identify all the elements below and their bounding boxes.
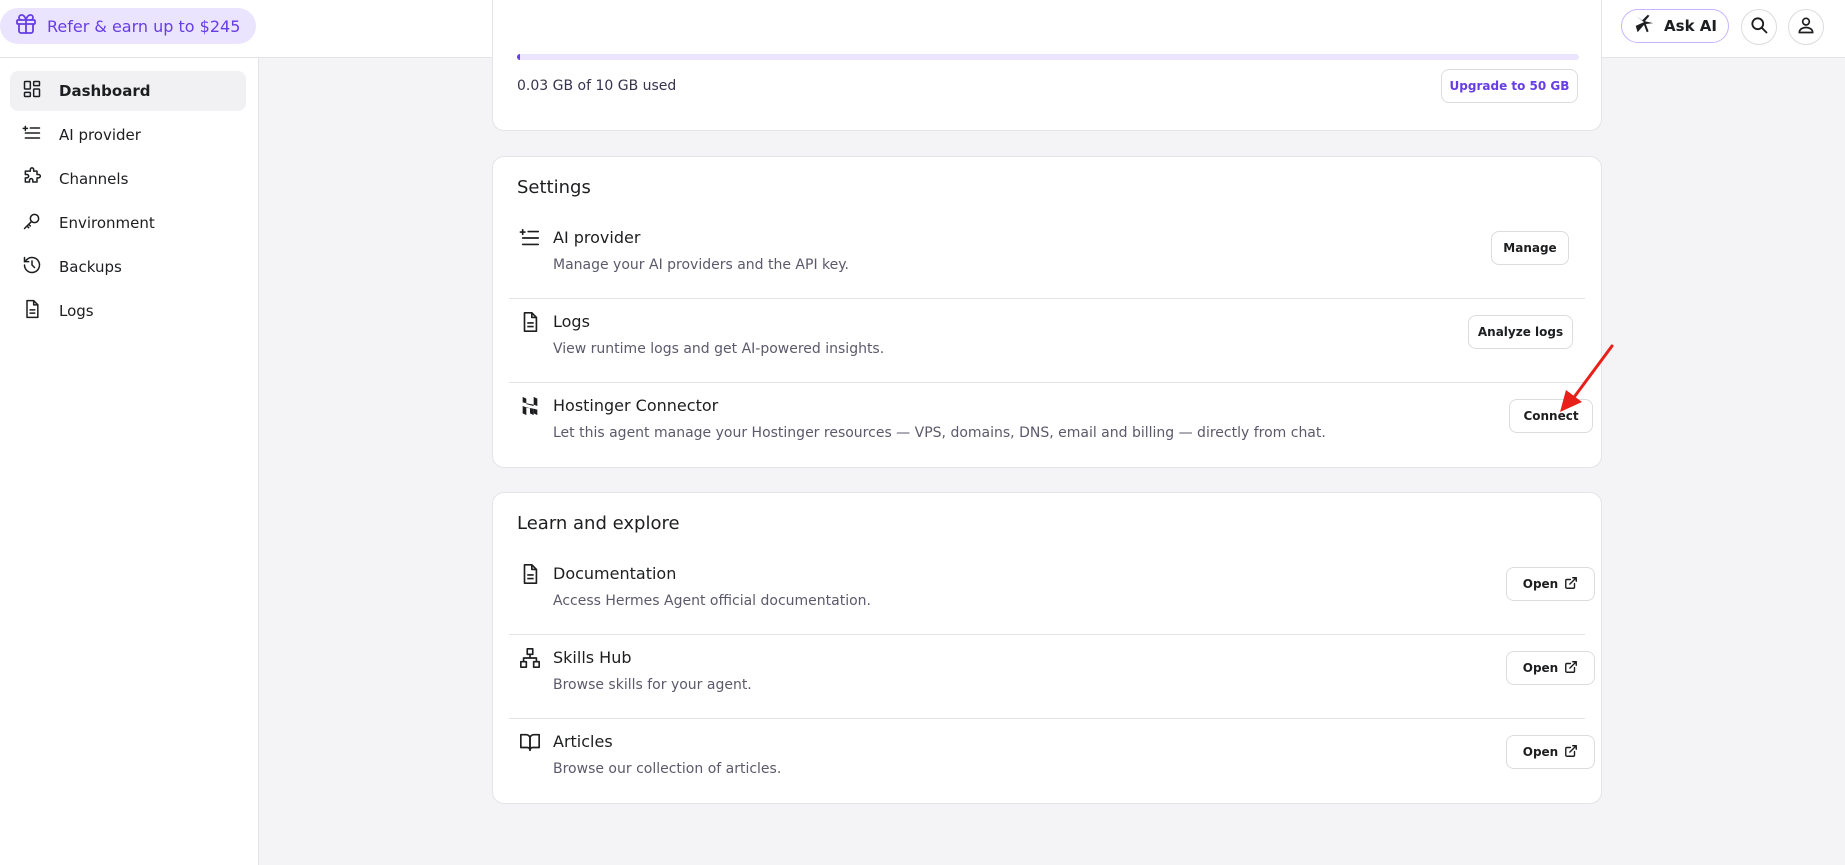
row-description: Browse skills for your agent.	[553, 677, 752, 693]
settings-row-logs: Logs View runtime logs and get AI-powere…	[509, 299, 1585, 383]
row-title: Skills Hub	[553, 648, 632, 667]
sidebar-item-label: AI provider	[59, 126, 141, 144]
row-title: Articles	[553, 732, 613, 751]
sitemap-icon	[519, 647, 541, 669]
row-description: Let this agent manage your Hostinger res…	[553, 425, 1326, 441]
button-label: Open	[1522, 661, 1559, 675]
ask-ai-button[interactable]: Ask AI	[1621, 9, 1729, 43]
storage-card: 0.03 GB of 10 GB used Upgrade to 50 GB	[492, 0, 1602, 131]
row-description: View runtime logs and get AI-powered ins…	[553, 341, 885, 357]
sidebar-item-label: Channels	[59, 170, 129, 188]
sidebar-item-ai-provider[interactable]: AI provider	[10, 115, 246, 155]
row-title: AI provider	[553, 228, 641, 247]
ask-ai-icon	[1633, 13, 1655, 39]
open-documentation-button[interactable]: Open	[1506, 567, 1595, 601]
sidebar-item-backups[interactable]: Backups	[10, 247, 246, 287]
settings-card: Settings AI provider Manage your AI prov…	[492, 156, 1602, 468]
row-description: Browse our collection of articles.	[553, 761, 782, 777]
refer-earn-button[interactable]: Refer & earn up to $245	[0, 8, 257, 44]
learn-explore-title: Learn and explore	[517, 513, 680, 534]
learn-row-skills-hub: Skills Hub Browse skills for your agent.…	[509, 635, 1595, 719]
settings-title: Settings	[517, 177, 591, 198]
storage-usage-text: 0.03 GB of 10 GB used	[517, 78, 677, 94]
row-title: Hostinger Connector	[553, 396, 719, 415]
sidebar-item-environment[interactable]: Environment	[10, 203, 246, 243]
analyze-logs-button[interactable]: Analyze logs	[1468, 315, 1573, 349]
row-title: Documentation	[553, 564, 677, 583]
button-label: Open	[1522, 745, 1559, 759]
row-description: Access Hermes Agent official documentati…	[553, 593, 872, 609]
storage-progress-bar	[517, 54, 1579, 60]
settings-row-hostinger-connector: Hostinger Connector Let this agent manag…	[509, 383, 1593, 467]
learn-row-articles: Articles Browse our collection of articl…	[509, 719, 1595, 803]
key-icon	[22, 211, 42, 235]
button-label: Open	[1522, 577, 1559, 591]
document-icon	[519, 563, 541, 585]
user-icon	[1796, 15, 1816, 39]
connect-hostinger-button[interactable]: Connect	[1509, 399, 1593, 433]
manage-ai-provider-button[interactable]: Manage	[1491, 231, 1569, 265]
sidebar-item-label: Dashboard	[59, 82, 151, 100]
dashboard-icon	[22, 79, 42, 103]
puzzle-icon	[22, 167, 42, 191]
hostinger-logo-icon	[519, 395, 541, 417]
external-link-icon	[1564, 576, 1578, 593]
search-icon	[1749, 15, 1769, 39]
sidebar: Dashboard AI provider Channels Environme…	[0, 58, 259, 865]
ask-ai-label: Ask AI	[1664, 17, 1717, 35]
document-icon	[519, 311, 541, 333]
row-title: Logs	[553, 312, 590, 331]
sidebar-item-label: Logs	[59, 302, 94, 320]
history-icon	[22, 255, 42, 279]
open-articles-button[interactable]: Open	[1506, 735, 1595, 769]
open-skills-hub-button[interactable]: Open	[1506, 651, 1595, 685]
sidebar-item-label: Environment	[59, 214, 155, 232]
search-button[interactable]	[1741, 9, 1777, 45]
refer-earn-label: Refer & earn up to $245	[47, 16, 241, 36]
sidebar-item-channels[interactable]: Channels	[10, 159, 246, 199]
settings-row-ai-provider: AI provider Manage your AI providers and…	[509, 215, 1585, 299]
external-link-icon	[1564, 744, 1578, 761]
sidebar-item-logs[interactable]: Logs	[10, 291, 246, 331]
storage-progress-fill	[517, 54, 521, 60]
list-icon	[519, 227, 541, 249]
upgrade-storage-button[interactable]: Upgrade to 50 GB	[1441, 69, 1578, 103]
sidebar-item-label: Backups	[59, 258, 122, 276]
list-icon	[22, 123, 42, 147]
gift-icon	[14, 12, 38, 40]
learn-row-documentation: Documentation Access Hermes Agent offici…	[509, 551, 1595, 635]
external-link-icon	[1564, 660, 1578, 677]
learn-explore-card: Learn and explore Documentation Access H…	[492, 492, 1602, 804]
row-description: Manage your AI providers and the API key…	[553, 257, 849, 273]
sidebar-item-dashboard[interactable]: Dashboard	[10, 71, 246, 111]
document-icon	[22, 299, 42, 323]
account-button[interactable]	[1788, 9, 1824, 45]
book-icon	[519, 731, 541, 753]
